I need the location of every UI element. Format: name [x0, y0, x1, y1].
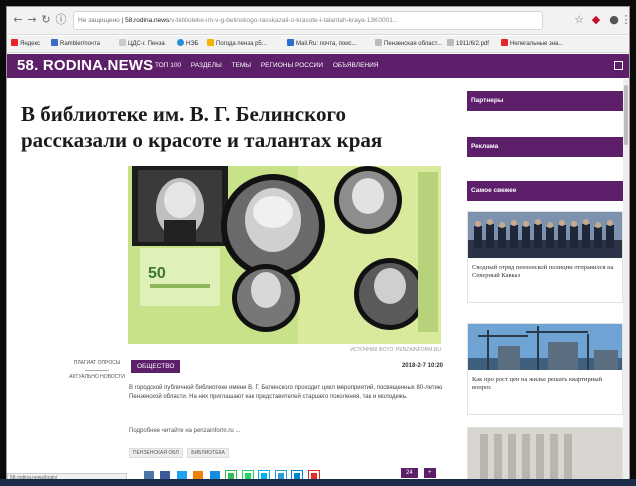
site-logo[interactable]: 58. RODINA.NEWS	[17, 57, 153, 74]
bookmark-item[interactable]: Погода пенза р5...	[207, 39, 267, 50]
bookmark-item[interactable]: Mail.Ru: почта, поис...	[287, 39, 357, 50]
news-card[interactable]: Как про рост цен на жилье решать квартир…	[467, 323, 623, 415]
bookmark-icon	[501, 39, 508, 46]
reload-icon[interactable]: ↻	[39, 13, 53, 27]
bookmark-item[interactable]: Нелегальные зна...	[501, 39, 563, 50]
news-card-title: Сводный отряд пензенской полиции отправи…	[472, 264, 614, 279]
scrollbar-thumb[interactable]	[624, 85, 628, 145]
nav-item[interactable]: РЕГИОНЫ РОССИИ	[261, 62, 323, 69]
bookmark-icon	[375, 39, 382, 46]
divider	[85, 370, 109, 371]
bookmark-item[interactable]: 1911/6/2.pdf	[447, 39, 489, 50]
os-taskbar	[0, 479, 636, 486]
url-security: Не защищено	[78, 17, 120, 24]
article: В библиотеке им. В. Г. Белинского расска…	[7, 79, 459, 481]
article-date: 2018-2-7 10:20	[401, 363, 443, 369]
news-card-title: Как про рост цен на жилье решать квартир…	[472, 376, 603, 391]
bookmark-icon	[177, 39, 184, 46]
section-tag[interactable]: ОБЩЕСТВО	[131, 360, 181, 373]
sidebar: Партнеры Реклама Самое свежее Сводный от…	[459, 79, 629, 481]
address-bar: ← → ↻ ⓘ Не защищено | 58.rodina.news/v-b…	[7, 7, 630, 35]
url-host: 58.rodina.news	[125, 17, 170, 24]
tag-chip[interactable]: ПЕНЗЕНСКАЯ ОБЛ	[129, 448, 183, 458]
back-icon[interactable]: ←	[11, 13, 25, 27]
site-header: 58. RODINA.NEWS ТОП 100 РАЗДЕЛЫ ТЕМЫ РЕГ…	[7, 54, 629, 78]
bookmark-item[interactable]: ЦДС-г. Пенза	[119, 39, 165, 50]
sidebar-latest-header[interactable]: Самое свежее	[467, 181, 623, 201]
main-nav: ТОП 100 РАЗДЕЛЫ ТЕМЫ РЕГИОНЫ РОССИИ ОБЪЯ…	[155, 62, 386, 69]
info-icon[interactable]: ⓘ	[54, 13, 68, 27]
bookmark-icon	[207, 39, 214, 46]
article-photo[interactable]: 50	[128, 166, 441, 344]
tag-list: ПЕНЗЕНСКАЯ ОБЛ БИБЛИОТЕКА	[129, 448, 232, 458]
extension-icon[interactable]: ◆	[589, 13, 603, 27]
header-menu-icon[interactable]	[614, 61, 623, 70]
forward-icon[interactable]: →	[25, 13, 39, 27]
bookmark-icon	[51, 39, 58, 46]
news-card-image	[468, 428, 622, 481]
sidebar-partners-header[interactable]: Партнеры	[467, 91, 623, 111]
sidebar-ads-header[interactable]: Реклама	[467, 137, 623, 157]
side-meta-2[interactable]: АКТУАЛЬНО НОВОСТИ	[67, 374, 127, 381]
browser-window: ← → ↻ ⓘ Не защищено | 58.rodina.news/v-b…	[6, 6, 630, 482]
side-meta-1[interactable]: ПЛАГИАТ ОПРОСЫ	[67, 360, 127, 367]
news-card[interactable]	[467, 427, 623, 481]
bookmark-item[interactable]: НЭБ	[177, 39, 199, 50]
article-excerpt: В городской публичной библиотеке имени В…	[129, 385, 443, 400]
menu-icon[interactable]: ⋮	[619, 13, 630, 27]
svg-text:50: 50	[148, 265, 166, 282]
article-side-meta: ПЛАГИАТ ОПРОСЫ АКТУАЛЬНО НОВОСТИ	[67, 360, 127, 381]
article-title: В библиотеке им. В. Г. Белинского расска…	[21, 102, 383, 152]
bookmark-icon	[447, 39, 454, 46]
tag-chip[interactable]: БИБЛИОТЕКА	[187, 448, 229, 458]
url-path: /v-biblioteke-im-v-g-belinskogo-rasskaza…	[169, 17, 399, 24]
bookmark-icon	[287, 39, 294, 46]
bookmark-item[interactable]: Rambler/почта	[51, 39, 100, 50]
nav-item[interactable]: ТОП 100	[155, 62, 181, 69]
bookmark-star-icon[interactable]: ☆	[572, 13, 586, 27]
bookmark-item[interactable]: Пензенская област...	[375, 39, 442, 50]
nav-item[interactable]: ОБЪЯВЛЕНИЯ	[333, 62, 379, 69]
nav-item[interactable]: РАЗДЕЛЫ	[191, 62, 222, 69]
url-field[interactable]: Не защищено | 58.rodina.news/v-bibliotek…	[73, 11, 543, 30]
bookmark-icon	[11, 39, 18, 46]
share-count: 24	[401, 468, 418, 478]
news-card[interactable]: Сводный отряд пензенской полиции отправи…	[467, 211, 623, 303]
share-more-button[interactable]: +	[424, 468, 436, 478]
nav-item[interactable]: ТЕМЫ	[232, 62, 251, 69]
bookmark-icon	[119, 39, 126, 46]
photo-illustration: 50	[128, 166, 441, 344]
bookmark-item[interactable]: Яндекс	[11, 39, 40, 50]
read-more-link[interactable]: Подробнее читайте на penzainform.ru ...	[129, 428, 240, 434]
news-card-image	[468, 324, 622, 370]
news-card-image	[468, 212, 622, 258]
photo-caption: ИСТОЧНИК ФОТО: PENZAINFORM.RU	[350, 347, 441, 353]
bookmarks-bar: Яндекс Rambler/почта ЦДС-г. Пенза НЭБ По…	[7, 36, 629, 53]
